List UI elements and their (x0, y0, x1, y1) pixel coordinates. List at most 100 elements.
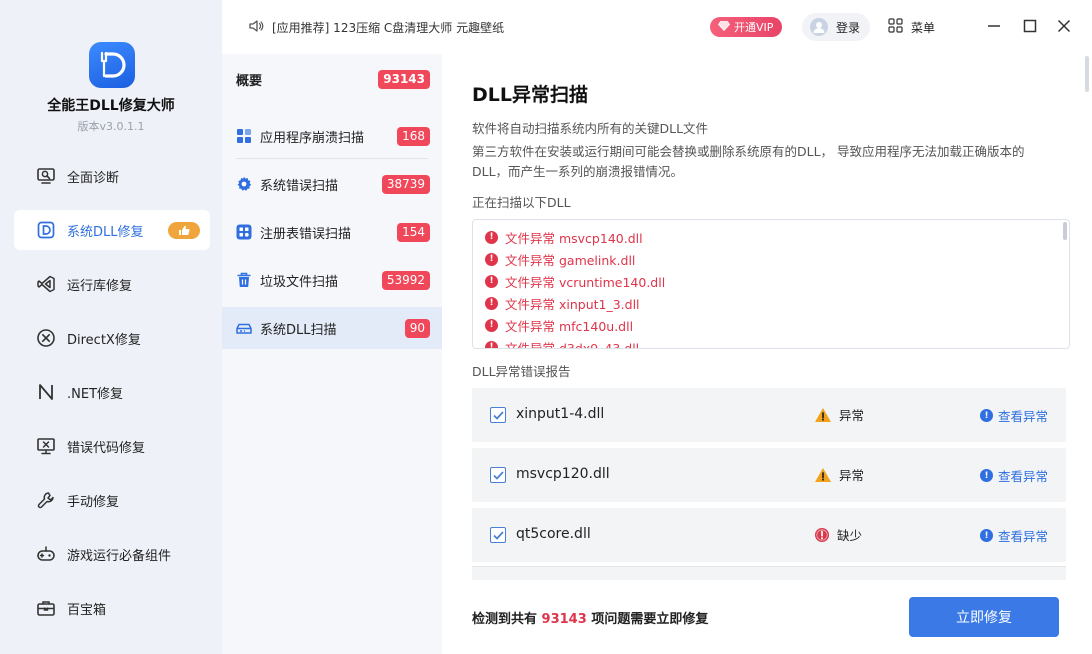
trash-icon (236, 272, 252, 288)
fix-now-button[interactable]: 立即修复 (909, 597, 1059, 637)
sidebar-item-dotnet[interactable]: .NET修复 (14, 372, 210, 412)
sidebar-item-game-components[interactable]: 游戏运行必备组件 (14, 534, 210, 574)
x-circle-icon (36, 328, 56, 348)
sidebar-item-directx[interactable]: DirectX修复 (14, 318, 210, 358)
scan-item-system-dll[interactable]: 系统DLL扫描 90 (222, 307, 442, 349)
report-row: xinput1-4.dll 异常 ! 查看异常 (472, 388, 1066, 442)
sidebar-item-label: .NET修复 (67, 386, 124, 402)
overview-label: 概要 (236, 73, 263, 89)
sidebar-item-label: 系统DLL修复 (67, 224, 144, 240)
app-logo-icon (89, 42, 135, 88)
warning-icon (814, 407, 832, 423)
count-badge: 53992 (381, 271, 430, 290)
sidebar-item-dll-repair[interactable]: 系统DLL修复 (14, 210, 210, 250)
dll-name: xinput1-4.dll (516, 406, 605, 422)
scan-log-scrollbar[interactable] (1063, 222, 1067, 240)
sidebar-item-toolbox[interactable]: 百宝箱 (14, 588, 210, 628)
info-icon: ! (980, 469, 993, 482)
scan-log-item: ! 文件异常 mfc140u.dll (485, 314, 665, 336)
sidebar: 全能王DLL修复大师 版本v3.0.1.1 全面诊断 系统DLL修复 运行库修复 (0, 0, 222, 654)
error-icon: ! (485, 318, 498, 332)
description-line-1: 软件将自动扫描系统内所有的关键DLL文件 (472, 121, 709, 136)
check-icon (492, 530, 504, 540)
page-title: DLL异常扫描 (472, 84, 588, 106)
app-name: 全能王DLL修复大师 (47, 98, 175, 114)
dll-d-icon (36, 220, 56, 240)
sidebar-item-runtime[interactable]: 运行库修复 (14, 264, 210, 304)
sidebar-item-diagnosis[interactable]: 全面诊断 (14, 156, 210, 196)
scan-log-box[interactable]: ! 文件异常 msvcp140.dll ! 文件异常 gamelink.dll ! 文… (472, 219, 1070, 349)
view-exception-link[interactable]: ! 查看异常 (980, 406, 1048, 425)
row-checkbox[interactable] (490, 407, 506, 423)
sidebar-item-manual[interactable]: 手动修复 (14, 480, 210, 520)
missing-icon (814, 527, 830, 543)
sidebar-item-error-code[interactable]: 错误代码修复 (14, 426, 210, 466)
scan-log-item: ! 文件异常 vcruntime140.dll (485, 270, 665, 292)
scan-item-registry[interactable]: 注册表错误扫描 154 (222, 211, 442, 253)
scan-log-item: ! 文件异常 d3dx9_43.dll (485, 336, 665, 349)
app-recommendation-notice[interactable]: [应用推荐] 123压缩 C盘清理大师 元趣壁纸 (248, 19, 504, 36)
scan-item-junk-files[interactable]: 垃圾文件扫描 53992 (222, 259, 442, 301)
scan-item-label: 系统DLL扫描 (260, 322, 337, 338)
maximize-icon (1023, 19, 1037, 33)
dll-scan-icon (236, 320, 252, 336)
overview-count-badge: 93143 (378, 70, 430, 89)
view-exception-link[interactable]: ! 查看异常 (980, 526, 1048, 545)
report-section-label: DLL异常错误报告 (472, 364, 571, 379)
registry-icon (236, 224, 252, 240)
scan-log-text: 文件异常 gamelink.dll (505, 252, 636, 268)
login-label: 登录 (836, 20, 861, 35)
view-exception-link[interactable]: ! 查看异常 (980, 466, 1048, 485)
main-scrollbar[interactable] (1085, 56, 1089, 92)
app-grid-icon (236, 128, 252, 144)
avatar-icon (810, 18, 828, 36)
minimize-icon (988, 25, 1000, 27)
scan-log-item: ! 文件异常 msvcp140.dll (485, 226, 665, 248)
maximize-button[interactable] (1020, 16, 1040, 36)
sidebar-item-label: 运行库修复 (67, 278, 133, 294)
menu-button[interactable]: 菜单 (888, 18, 935, 36)
menu-grid-icon (888, 18, 903, 36)
scan-item-label: 注册表错误扫描 (260, 226, 352, 242)
speaker-icon (248, 19, 264, 36)
warning-icon (814, 467, 832, 483)
row-checkbox[interactable] (490, 467, 506, 483)
view-exception-label: 查看异常 (998, 469, 1049, 484)
monitor-search-icon (36, 166, 56, 186)
info-icon: ! (980, 409, 993, 422)
scan-category-panel: 概要 93143 应用程序崩溃扫描 168 系统错误扫描 38739 注册表错误… (222, 54, 442, 654)
error-icon: ! (485, 274, 498, 288)
login-button[interactable]: 登录 (802, 13, 870, 41)
open-vip-button[interactable]: 开通VIP (710, 17, 782, 37)
scan-item-label: 应用程序崩溃扫描 (260, 130, 365, 146)
title-bar: [应用推荐] 123压缩 C盘清理大师 元趣壁纸 开通VIP 登录 菜单 (222, 0, 1092, 54)
minimize-button[interactable] (984, 16, 1004, 36)
close-button[interactable] (1054, 16, 1074, 36)
scan-log-item: ! 文件异常 gamelink.dll (485, 248, 665, 270)
notice-text: [应用推荐] 123压缩 C盘清理大师 元趣壁纸 (272, 21, 505, 35)
error-icon: ! (485, 340, 498, 348)
vip-label: 开通VIP (734, 21, 774, 34)
dll-status-text: 缺少 (837, 528, 863, 543)
report-row: msvcp120.dll 异常 ! 查看异常 (472, 448, 1066, 502)
divider (236, 158, 428, 159)
sidebar-item-label: 游戏运行必备组件 (67, 548, 172, 564)
scan-log-item: ! 文件异常 xinput1_3.dll (485, 292, 665, 314)
scan-item-app-crash[interactable]: 应用程序崩溃扫描 168 (222, 115, 442, 157)
scan-log-text: 文件异常 d3dx9_43.dll (505, 340, 640, 349)
sidebar-item-label: 全面诊断 (67, 170, 120, 186)
overview-item[interactable]: 概要 93143 (222, 58, 442, 100)
scan-item-system-error[interactable]: 系统错误扫描 38739 (222, 163, 442, 205)
vs-code-icon (36, 274, 56, 294)
error-monitor-icon (36, 436, 56, 456)
diamond-icon (717, 20, 731, 34)
sidebar-nav: 全面诊断 系统DLL修复 运行库修复 DirectX修复 .NET修复 错误代码… (14, 156, 210, 642)
scan-log-text: 文件异常 xinput1_3.dll (505, 296, 640, 312)
row-checkbox[interactable] (490, 527, 506, 543)
count-badge: 168 (397, 127, 430, 146)
scan-log-text: 文件异常 vcruntime140.dll (505, 274, 666, 290)
view-exception-label: 查看异常 (998, 409, 1049, 424)
error-icon: ! (485, 296, 498, 310)
scan-item-label: 系统错误扫描 (260, 178, 339, 194)
sidebar-item-label: DirectX修复 (67, 332, 141, 348)
